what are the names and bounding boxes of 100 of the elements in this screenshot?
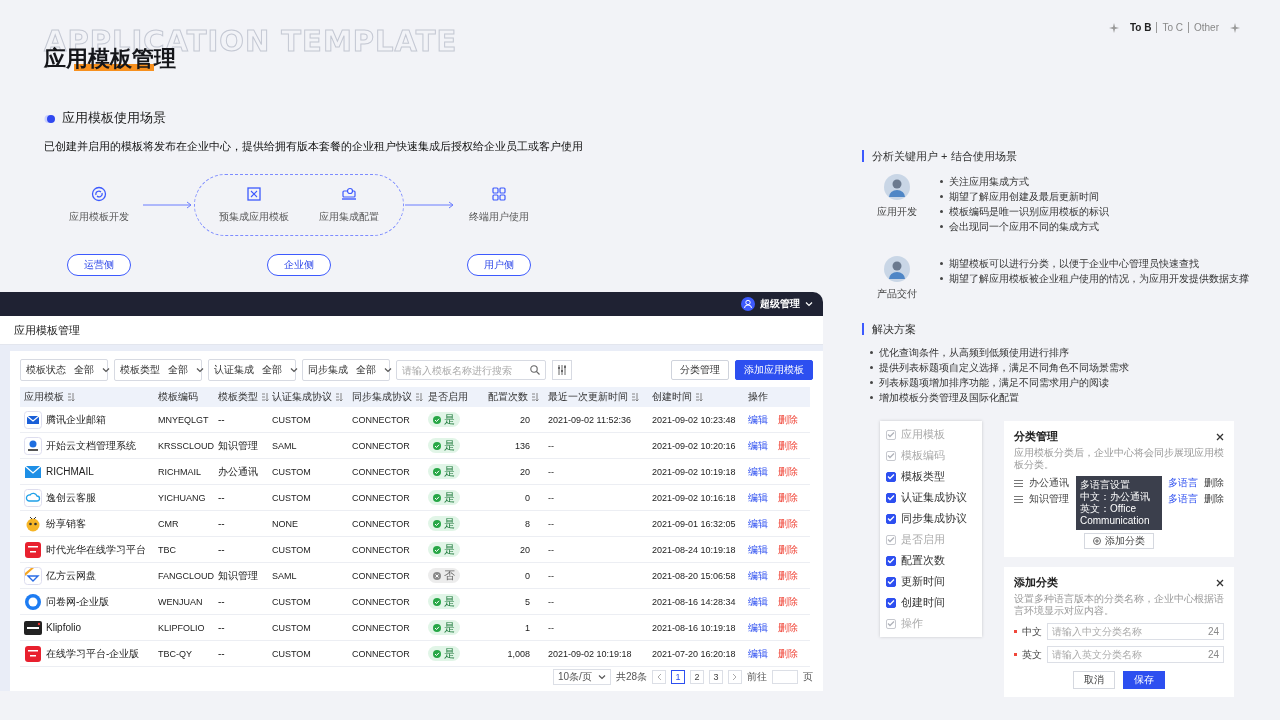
filter-select[interactable]: 同步集成 全部 <box>302 359 390 381</box>
cancel-button[interactable]: 取消 <box>1073 671 1115 689</box>
category-tab[interactable]: To B <box>1124 22 1157 33</box>
user-name[interactable]: 超级管理 <box>760 297 800 311</box>
table-cell: WENJUAN <box>158 596 203 607</box>
checkbox[interactable] <box>886 576 896 587</box>
table-cell: -- <box>548 622 554 633</box>
table-cell: 8 <box>525 518 530 529</box>
search-field[interactable]: 请输入模板名称进行搜索 <box>396 360 546 380</box>
list-item: 期望模板可以进行分类，以便于企业中心管理员快速查找 <box>949 257 1199 271</box>
category-tab[interactable]: To C <box>1156 22 1188 33</box>
add-category-button[interactable]: 添加分类 <box>1084 533 1154 549</box>
bullet-icon <box>940 180 943 183</box>
edit-link[interactable]: 编辑 <box>748 646 768 661</box>
table-cell: MNYEQLGT <box>158 414 209 425</box>
sort-icon[interactable] <box>67 393 75 401</box>
filter-select[interactable]: 模板类型 全部 <box>114 359 202 381</box>
delete-link[interactable]: 删除 <box>1204 476 1224 490</box>
close-icon[interactable] <box>1216 578 1224 587</box>
caret-icon <box>597 674 606 680</box>
check-icon <box>433 519 441 528</box>
category-button[interactable]: 分类管理 <box>671 360 729 380</box>
table-cell: 2021-08-20 15:06:58 <box>652 570 736 581</box>
user-icon[interactable] <box>741 297 755 311</box>
add-button[interactable]: 添加应用模板 <box>735 360 813 380</box>
sort-icon[interactable] <box>261 393 269 401</box>
table-cell: CONNECTOR <box>352 570 410 581</box>
close-icon[interactable] <box>1216 432 1224 441</box>
persona-role: 应用开发 <box>877 205 917 219</box>
edit-link[interactable]: 编辑 <box>748 542 768 557</box>
checkbox[interactable] <box>886 555 896 566</box>
search-icon <box>530 365 540 375</box>
edit-link[interactable]: 编辑 <box>748 594 768 609</box>
sort-icon[interactable] <box>531 393 539 401</box>
edit-link[interactable]: 编辑 <box>748 490 768 505</box>
edit-link[interactable]: 编辑 <box>748 568 768 583</box>
app-logo-icon <box>24 644 42 663</box>
delete-link[interactable]: 删除 <box>778 464 798 479</box>
delete-link[interactable]: 删除 <box>778 594 798 609</box>
bullet-icon <box>940 262 943 265</box>
checkbox[interactable] <box>886 492 896 503</box>
table-cell: -- <box>218 596 225 607</box>
language-link[interactable]: 多语言 <box>1168 492 1198 506</box>
delete-link[interactable]: 删除 <box>1204 492 1224 506</box>
page-button[interactable]: 1 <box>671 670 685 684</box>
column-header: 模板编码 <box>158 390 198 404</box>
delete-link[interactable]: 删除 <box>778 438 798 453</box>
language-link[interactable]: 多语言 <box>1168 476 1198 490</box>
page-button[interactable]: 2 <box>690 670 704 684</box>
input-field[interactable]: 请输入中文分类名称 24 <box>1047 623 1224 640</box>
delete-link[interactable]: 删除 <box>778 516 798 531</box>
delete-link[interactable]: 删除 <box>778 490 798 505</box>
column-header: 应用模板 <box>24 390 64 404</box>
edit-link[interactable]: 编辑 <box>748 464 768 479</box>
table-cell: 1 <box>525 622 530 633</box>
drag-handle-icon[interactable] <box>1014 479 1023 487</box>
dialog-title: 分类管理 <box>1014 429 1058 444</box>
sort-icon[interactable] <box>335 393 343 401</box>
page-title: 应用模板管理 <box>0 316 823 345</box>
table-cell: TBC <box>158 544 176 555</box>
table-cell: RICHMAIL <box>158 466 201 477</box>
check-icon <box>433 441 441 450</box>
edit-link[interactable]: 编辑 <box>748 620 768 635</box>
sort-icon[interactable] <box>631 393 639 401</box>
avatar-icon <box>884 256 910 282</box>
edit-link[interactable]: 编辑 <box>748 516 768 531</box>
delete-link[interactable]: 删除 <box>778 412 798 427</box>
save-button[interactable]: 保存 <box>1123 671 1165 689</box>
page-button[interactable]: 3 <box>709 670 723 684</box>
category-tab[interactable]: Other <box>1188 22 1224 33</box>
table-cell: -- <box>218 622 225 633</box>
table-cell: 0 <box>525 492 530 503</box>
checkbox[interactable] <box>886 471 896 482</box>
checkbox[interactable] <box>886 597 896 608</box>
column-settings-button[interactable] <box>552 360 572 380</box>
input-field[interactable]: 请输入英文分类名称 24 <box>1047 646 1224 663</box>
delete-link[interactable]: 删除 <box>778 568 798 583</box>
sort-icon[interactable] <box>415 393 423 401</box>
delete-link[interactable]: 删除 <box>778 542 798 557</box>
bullet-icon <box>870 396 873 399</box>
check-icon <box>433 623 441 632</box>
checkbox[interactable] <box>886 513 896 524</box>
edit-link[interactable]: 编辑 <box>748 438 768 453</box>
delete-link[interactable]: 删除 <box>778 620 798 635</box>
sort-icon[interactable] <box>695 393 703 401</box>
drag-handle-icon[interactable] <box>1014 495 1023 503</box>
sliders-icon <box>557 365 567 375</box>
field-label: 英文 <box>1022 647 1042 662</box>
prev-page-button[interactable] <box>652 670 666 684</box>
page-input[interactable] <box>772 670 798 684</box>
delete-link[interactable]: 删除 <box>778 646 798 661</box>
table-cell: -- <box>548 570 554 581</box>
side-tag: 用户侧 <box>467 254 531 276</box>
column-header: 最近一次更新时间 <box>548 390 628 404</box>
page-size-select[interactable]: 10条/页 <box>552 669 611 685</box>
next-page-button[interactable] <box>728 670 742 684</box>
filter-select[interactable]: 模板状态 全部 <box>20 359 108 381</box>
edit-link[interactable]: 编辑 <box>748 412 768 427</box>
filter-select[interactable]: 认证集成 全部 <box>208 359 296 381</box>
template-icon <box>246 186 262 202</box>
